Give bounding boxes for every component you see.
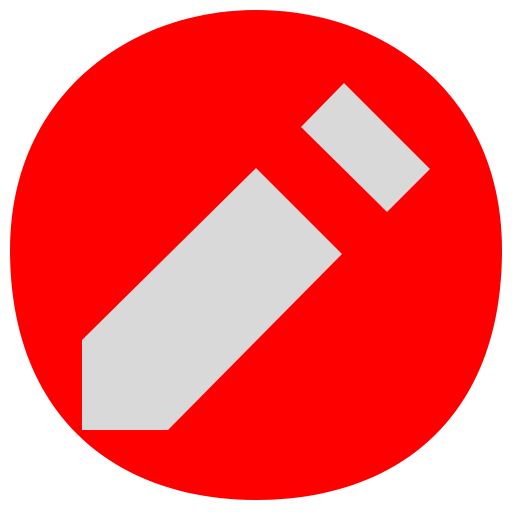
pencil-edit-icon (10, 10, 502, 500)
edit-app-icon[interactable] (0, 0, 512, 512)
